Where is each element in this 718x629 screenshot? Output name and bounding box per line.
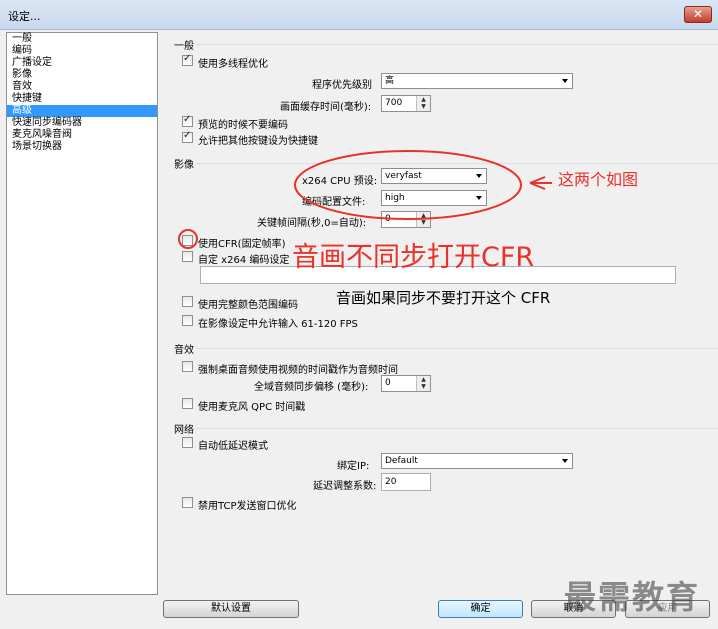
- watermark-logo: 最需教育: [564, 578, 701, 616]
- annotation-two-like-image: 这两个如图: [558, 170, 639, 189]
- annotation-ellipse: [294, 150, 522, 220]
- annotation-sync-note: 音画如果同步不要打开这个 CFR: [336, 289, 551, 307]
- annotation-cfr-note: 音画不同步打开CFR: [292, 242, 535, 273]
- annotation-circle: [178, 229, 198, 249]
- annotation-overlay: [178, 150, 552, 249]
- annotation-arrow: [529, 176, 552, 190]
